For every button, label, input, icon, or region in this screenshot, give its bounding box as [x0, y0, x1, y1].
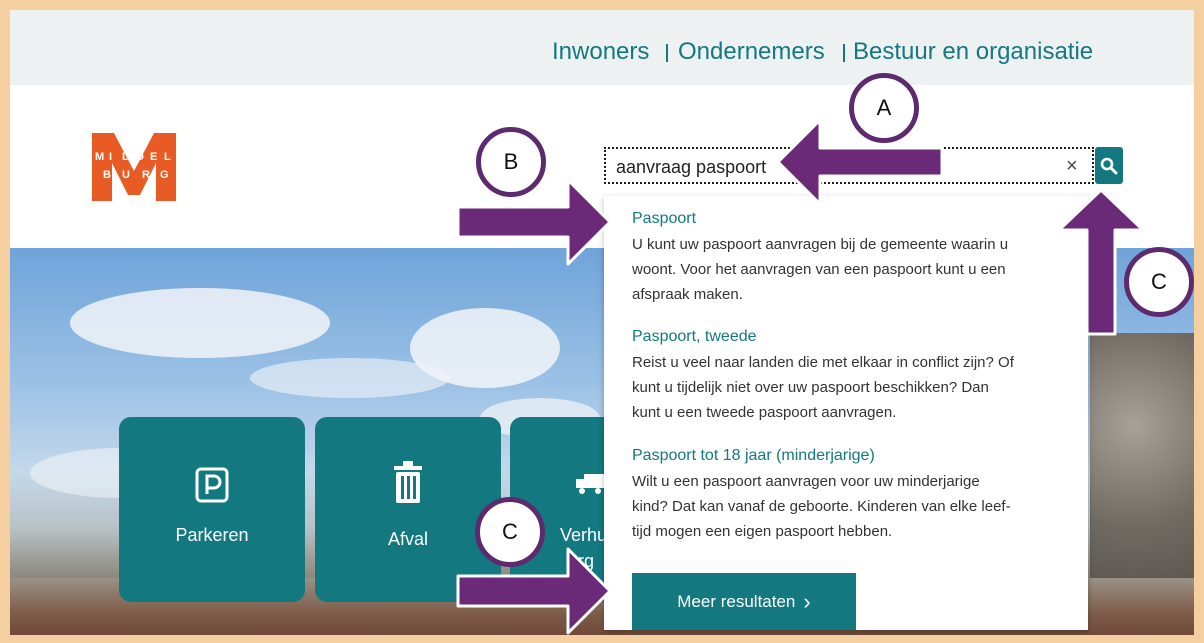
suggestion-title[interactable]: Paspoort tot 18 jaar (minderjarige): [632, 445, 1052, 467]
logo-letter: D: [122, 151, 130, 163]
clear-search-icon[interactable]: ×: [1066, 155, 1078, 178]
suggestion-item[interactable]: Paspoort, tweede Reist u veel naar lande…: [632, 326, 1052, 425]
suggestion-description: U kunt uw paspoort aanvragen bij de geme…: [632, 236, 1009, 303]
suggestion-description: Reist u veel naar landen die met elkaar …: [632, 354, 1014, 421]
nav-separator: [843, 44, 845, 62]
logo-letter: B: [103, 169, 111, 181]
search-suggestions-dropdown: Paspoort U kunt uw paspoort aanvragen bi…: [604, 196, 1088, 630]
logo-letter: I: [109, 151, 112, 163]
browser-page: Inwoners Ondernemers Bestuur en organisa…: [10, 10, 1194, 635]
suggestion-description: Wilt u een paspoort aanvragen voor uw mi…: [632, 473, 1011, 540]
logo-letter: E: [150, 151, 157, 163]
suggestion-item[interactable]: Paspoort U kunt uw paspoort aanvragen bi…: [632, 208, 1052, 307]
suggestion-item[interactable]: Paspoort tot 18 jaar (minderjarige) Wilt…: [632, 445, 1052, 544]
logo-letter: L: [164, 151, 171, 163]
middelburg-logo[interactable]: M I D D E L B U R G: [92, 133, 176, 201]
parking-icon: [119, 465, 305, 505]
more-results-label: Meer resultaten: [677, 591, 796, 611]
search-button[interactable]: [1095, 147, 1123, 184]
callout-a: A: [849, 73, 919, 143]
chevron-right-icon: ›: [803, 589, 811, 614]
nav-ondernemers[interactable]: Ondernemers: [678, 38, 825, 66]
logo-letter: R: [142, 169, 150, 181]
tile-afval[interactable]: Afval: [315, 417, 501, 602]
nav-bestuur-en-organisatie[interactable]: Bestuur en organisatie: [853, 38, 1093, 66]
tile-parkeren[interactable]: Parkeren: [119, 417, 305, 602]
logo-letter: D: [136, 151, 144, 163]
suggestion-title[interactable]: Paspoort: [632, 208, 1052, 230]
logo-letter: M: [95, 151, 104, 163]
logo-letter: G: [160, 169, 169, 181]
search-icon: [1100, 157, 1118, 174]
top-navigation: Inwoners Ondernemers Bestuur en organisa…: [10, 10, 1194, 85]
more-results-button[interactable]: Meer resultaten ›: [632, 573, 856, 630]
tile-label: Afval: [387, 529, 429, 549]
callout-c: C: [475, 497, 545, 567]
tile-label: Parkeren: [175, 525, 249, 545]
logo-letter: U: [122, 169, 130, 181]
callout-b: B: [476, 127, 546, 197]
trash-icon: [315, 461, 501, 503]
suggestion-title[interactable]: Paspoort, tweede: [632, 326, 1052, 348]
search-box: ×: [604, 147, 1094, 184]
nav-separator: [666, 44, 668, 62]
callout-c: C: [1124, 247, 1194, 317]
search-input[interactable]: [616, 155, 1046, 179]
nav-inwoners[interactable]: Inwoners: [552, 38, 649, 66]
